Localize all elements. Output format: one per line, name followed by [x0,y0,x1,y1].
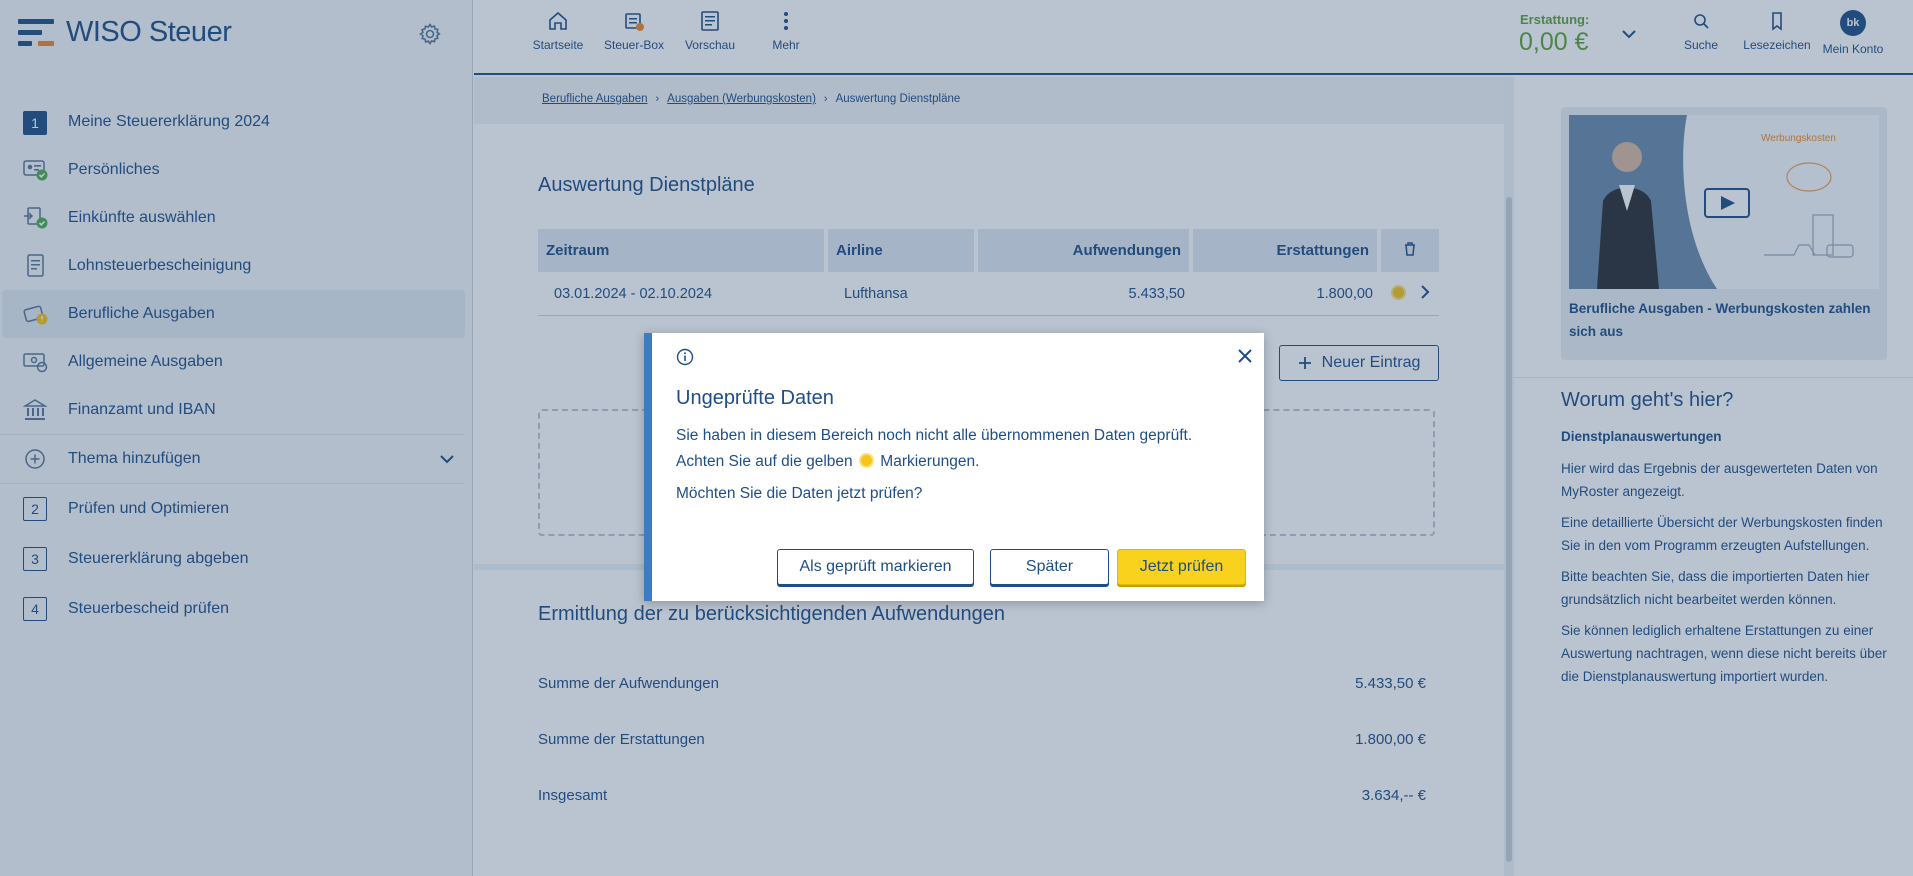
unchecked-data-dialog: Ungeprüfte Daten Sie haben in diesem Ber… [644,333,1264,601]
dialog-message: Sie haben in diesem Bereich noch nicht a… [676,427,1193,470]
info-icon [676,348,694,366]
close-icon[interactable] [1236,347,1254,365]
dialog-title: Ungeprüfte Daten [676,387,834,409]
later-button[interactable]: Später [990,549,1109,585]
app-root: WISO Steuer 1 Meine Steuererklärung 2024… [0,0,1913,876]
yellow-marker-icon [858,453,874,468]
dialog-question: Möchten Sie die Daten jetzt prüfen? [676,485,923,502]
check-now-button[interactable]: Jetzt prüfen [1117,549,1246,585]
mark-as-checked-button[interactable]: Als geprüft markieren [777,549,974,585]
